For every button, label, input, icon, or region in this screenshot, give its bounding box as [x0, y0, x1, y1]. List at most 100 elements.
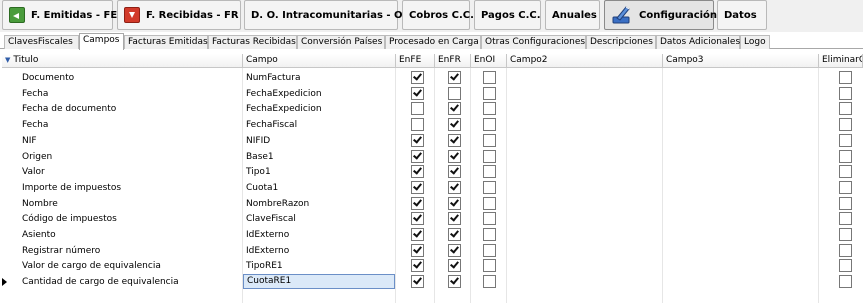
checkbox-enfr[interactable] [448, 228, 461, 241]
cell-titulo[interactable]: Asiento [19, 227, 241, 243]
cell-campo[interactable]: Tipo1 [243, 164, 395, 180]
checkbox-enfe[interactable] [411, 165, 424, 179]
checkbox-eliminar[interactable] [839, 228, 852, 241]
col-header-campo[interactable]: Campo [243, 54, 396, 68]
checkbox-enfr[interactable] [448, 180, 461, 194]
checkbox-eliminar[interactable] [839, 133, 852, 147]
checkbox-eliminar[interactable] [839, 149, 852, 163]
checkbox-enoi[interactable] [483, 228, 496, 241]
checkbox-enoi[interactable] [483, 275, 496, 289]
table-row[interactable]: Origen Base1 [2, 149, 863, 165]
table-row[interactable]: Registrar número IdExterno [2, 243, 863, 259]
checkbox-enfr[interactable] [448, 196, 461, 210]
cell-campo-editor[interactable]: CuotaRE1 [243, 274, 395, 290]
col-header-campo2[interactable]: Campo2 [507, 54, 663, 68]
checkbox-enoi[interactable] [483, 243, 496, 257]
checkbox-enoi[interactable] [483, 102, 496, 116]
checkbox-enoi[interactable] [483, 86, 496, 100]
checkbox-enfr[interactable] [448, 149, 461, 163]
cell-titulo[interactable]: Documento [19, 70, 241, 86]
cell-titulo[interactable]: NIF [19, 133, 241, 149]
checkbox-enoi[interactable] [483, 71, 496, 84]
checkbox-enoi[interactable] [483, 212, 496, 226]
checkbox-enoi[interactable] [483, 259, 496, 273]
cell-titulo[interactable]: Importe de impuestos [19, 180, 241, 196]
cell-campo[interactable]: FechaExpedicion [243, 86, 395, 102]
table-row[interactable]: Fecha FechaFiscal [2, 117, 863, 133]
tab-datos-adicionales[interactable]: Datos Adicionales [656, 35, 740, 49]
checkbox-enfe[interactable] [411, 259, 424, 273]
tab-descripciones[interactable]: Descripciones [586, 35, 656, 49]
table-row[interactable]: Documento NumFactura [2, 70, 863, 86]
checkbox-enfe[interactable] [411, 196, 424, 210]
checkbox-enfr[interactable] [448, 86, 461, 100]
tab-otras-configuraciones[interactable]: Otras Configuraciones [481, 35, 586, 49]
checkbox-enoi[interactable] [483, 196, 496, 210]
checkbox-enfe[interactable] [411, 243, 424, 257]
checkbox-eliminar[interactable] [839, 212, 852, 226]
cell-titulo[interactable]: Cantidad de cargo de equivalencia [19, 274, 241, 290]
cell-campo[interactable]: Base1 [243, 149, 395, 165]
cell-campo[interactable]: NombreRazon [243, 196, 395, 212]
checkbox-eliminar[interactable] [839, 180, 852, 194]
cell-campo[interactable]: IdExterno [243, 227, 395, 243]
tab-campos[interactable]: Campos [79, 33, 124, 50]
checkbox-eliminar[interactable] [839, 165, 852, 179]
table-row[interactable]: Valor Tipo1 [2, 164, 863, 180]
f-recibidas-button[interactable]: F. Recibidas - FR [117, 0, 241, 30]
table-row[interactable]: Código de impuestos ClaveFiscal [2, 211, 863, 227]
cell-campo[interactable]: FechaExpedicion [243, 101, 395, 117]
table-row[interactable]: Nombre NombreRazon [2, 196, 863, 212]
cell-titulo[interactable]: Fecha [19, 86, 241, 102]
table-row[interactable]: Valor de cargo de equivalencia TipoRE1 [2, 258, 863, 274]
col-header-enfe[interactable]: EnFE [396, 54, 435, 68]
cell-titulo[interactable]: Nombre [19, 196, 241, 212]
checkbox-enfe[interactable] [411, 228, 424, 241]
checkbox-eliminar[interactable] [839, 243, 852, 257]
checkbox-enoi[interactable] [483, 118, 496, 132]
table-row[interactable]: Fecha de documento FechaExpedicion [2, 101, 863, 117]
checkbox-enoi[interactable] [483, 165, 496, 179]
checkbox-eliminar[interactable] [839, 259, 852, 273]
cell-campo[interactable]: NumFactura [243, 70, 395, 86]
pagos-button[interactable]: Pagos C.C. [474, 0, 541, 30]
checkbox-enoi[interactable] [483, 133, 496, 147]
checkbox-enfr[interactable] [448, 71, 461, 84]
cell-campo[interactable]: TipoRE1 [243, 258, 395, 274]
configuracion-button[interactable]: Configuración [604, 0, 717, 30]
cell-campo[interactable]: IdExterno [243, 243, 395, 259]
checkbox-enfr[interactable] [448, 259, 461, 273]
checkbox-enfr[interactable] [448, 118, 461, 132]
checkbox-eliminar[interactable] [839, 196, 852, 210]
cobros-button[interactable]: Cobros C.C. [402, 0, 474, 30]
checkbox-eliminar[interactable] [839, 275, 852, 289]
cell-campo[interactable]: ClaveFiscal [243, 211, 395, 227]
cell-campo[interactable]: NIFID [243, 133, 395, 149]
tab-conversion-paises[interactable]: Conversión Países [297, 35, 385, 49]
table-row[interactable]: Fecha FechaExpedicion [2, 86, 863, 102]
tab-facturas-emitidas[interactable]: Facturas Emitidas [124, 35, 208, 49]
table-row[interactable]: NIF NIFID [2, 133, 863, 149]
checkbox-enfr[interactable] [448, 165, 461, 179]
checkbox-eliminar[interactable] [839, 86, 852, 100]
cell-titulo[interactable]: Valor [19, 164, 241, 180]
checkbox-enfe[interactable] [411, 212, 424, 226]
cell-titulo[interactable]: Fecha de documento [19, 101, 241, 117]
checkbox-enfr[interactable] [448, 275, 461, 289]
table-row[interactable]: Importe de impuestos Cuota1 [2, 180, 863, 196]
col-header-titulo[interactable]: ▼ Titulo [2, 54, 243, 68]
checkbox-enfe[interactable] [411, 102, 424, 116]
tab-claves-fiscales[interactable]: ClavesFiscales [4, 35, 79, 49]
checkbox-enfe[interactable] [411, 133, 424, 147]
tab-facturas-recibidas[interactable]: Facturas Recibidas [208, 35, 297, 49]
cell-titulo[interactable]: Registrar número [19, 243, 241, 259]
cell-titulo[interactable]: Fecha [19, 117, 241, 133]
col-header-eliminar[interactable]: EliminarCe [819, 54, 863, 68]
checkbox-enfe[interactable] [411, 180, 424, 194]
intracomunitarias-button[interactable]: D. O. Intracomunitarias - OI [244, 0, 406, 30]
checkbox-eliminar[interactable] [839, 102, 852, 116]
checkbox-eliminar[interactable] [839, 71, 852, 84]
table-row[interactable]: Cantidad de cargo de equivalencia CuotaRE… [2, 274, 863, 290]
checkbox-enfr[interactable] [448, 243, 461, 257]
checkbox-enfe[interactable] [411, 275, 424, 289]
